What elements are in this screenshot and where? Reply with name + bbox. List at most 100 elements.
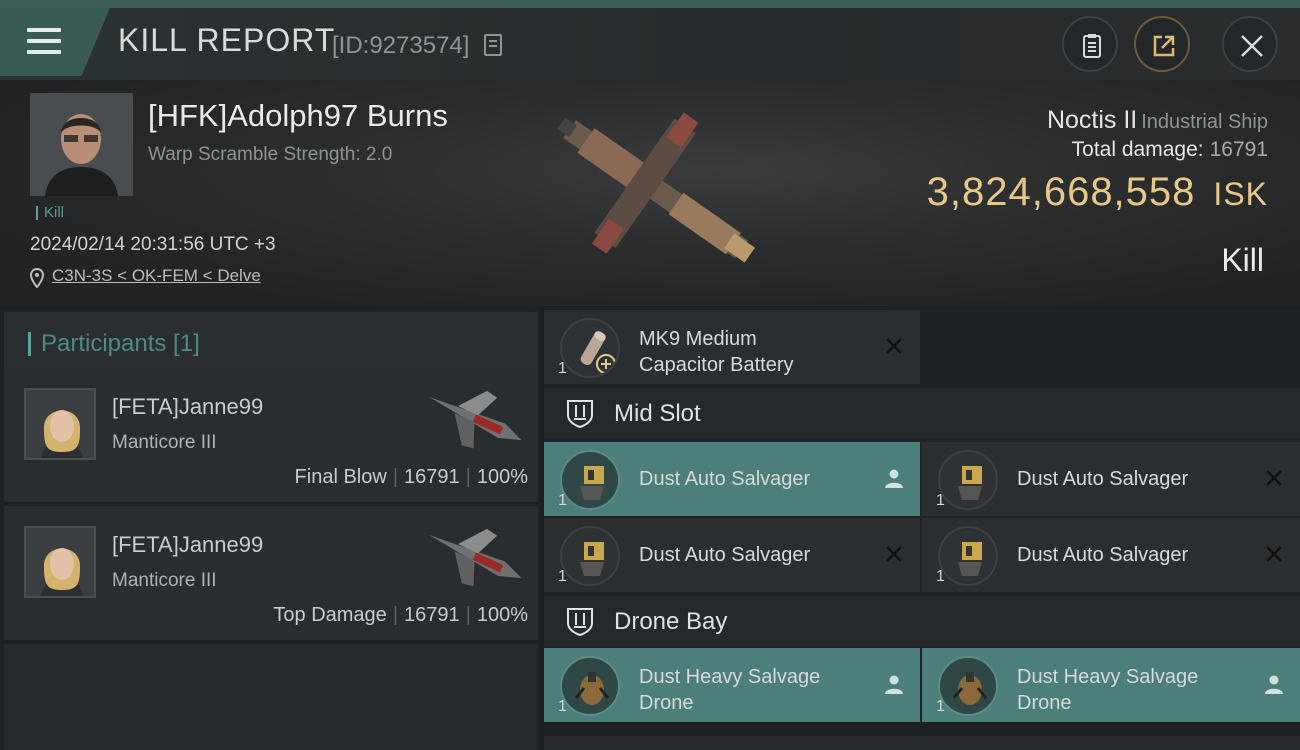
item-name: Dust Heavy Salvage Drone	[639, 664, 820, 716]
item-name-line1: Dust Heavy Salvage	[1017, 666, 1199, 688]
fitting-item[interactable]: 1 Dust Auto Salvager	[922, 518, 1300, 592]
destroyed-icon	[886, 338, 902, 354]
item-name: Dust Auto Salvager	[1017, 544, 1189, 566]
participant-ship: Manticore III	[112, 432, 217, 453]
item-name-line2: Drone	[639, 692, 694, 714]
share-icon	[1153, 35, 1175, 57]
item-quantity: 1	[936, 568, 945, 585]
participant-damage: 16791	[404, 466, 460, 488]
item-quantity: 1	[936, 492, 945, 509]
salvage-drone-icon	[560, 656, 620, 716]
kill-result: Kill	[1221, 242, 1264, 278]
participant-name[interactable]: [FETA]Janne99	[112, 532, 263, 558]
copy-id-icon[interactable]	[484, 34, 502, 56]
fitting-item[interactable]: 1 Dust Heavy Salvage Drone	[544, 648, 920, 722]
participant-row[interactable]: [FETA]Janne99 Manticore III Final Blow | 1…	[4, 368, 538, 504]
isk-unit: ISK	[1213, 176, 1268, 212]
participants-panel: Participants [1] [FETA]Janne99 Manticore…	[0, 306, 540, 750]
page-title: KILL REPORT	[118, 22, 336, 58]
menu-button[interactable]	[0, 8, 110, 76]
total-damage: Total damage: 16791	[1072, 138, 1268, 162]
item-name: Dust Auto Salvager	[639, 468, 811, 490]
participant-stats: Final Blow | 16791 | 100%	[294, 466, 528, 488]
item-quantity: 1	[558, 568, 567, 585]
isk-amount: 3,824,668,558	[926, 170, 1196, 214]
participant-percent: 100%	[476, 604, 528, 626]
participant-avatar[interactable]	[24, 526, 96, 598]
kill-datetime: 2024/02/14 20:31:56 UTC +3	[30, 234, 276, 255]
dropped-icon	[885, 675, 903, 694]
dropped-icon	[885, 469, 903, 488]
hamburger-icon	[27, 28, 61, 54]
mid-slot-icon	[567, 400, 593, 429]
share-button[interactable]	[1134, 16, 1190, 72]
section-next-partial	[544, 736, 1300, 750]
item-quantity: 1	[558, 492, 567, 509]
close-button[interactable]	[1222, 16, 1278, 72]
auto-salvager-icon	[938, 450, 998, 510]
item-quantity: 1	[936, 698, 945, 715]
kill-id: [ID:9273574]	[332, 32, 470, 59]
salvage-drone-icon	[938, 656, 998, 716]
participants-empty-area	[4, 644, 538, 750]
participant-damage: 16791	[404, 604, 460, 626]
kill-location: C3N-3S < OK-FEM < Delve	[30, 266, 261, 288]
participants-header: Participants [1]	[4, 312, 538, 368]
fitting-item[interactable]: 1 Dust Auto Salvager	[544, 442, 920, 516]
participant-name[interactable]: [FETA]Janne99	[112, 394, 263, 420]
participant-stats: Top Damage | 16791 | 100%	[273, 604, 528, 626]
victim-ship: Noctis II Industrial Ship	[1047, 106, 1268, 135]
fitting-item[interactable]: 1 Dust Auto Salvager	[544, 518, 920, 592]
participant-percent: 100%	[476, 466, 528, 488]
item-name-line2: Drone	[1017, 692, 1072, 714]
participant-ship-image	[429, 390, 522, 449]
item-name-line2: Capacitor Battery	[639, 354, 794, 376]
participant-ship: Manticore III	[112, 570, 217, 591]
destroyed-icon	[886, 546, 902, 562]
destroyed-icon	[1266, 470, 1282, 486]
participant-ship-image	[429, 528, 522, 587]
section-title: Drone Bay	[614, 608, 728, 635]
header-accent-line	[0, 0, 1300, 8]
header-bar: KILL REPORT [ID:9273574]	[0, 8, 1300, 80]
kill-summary: [HFK]Adolph97 Burns Warp Scramble Streng…	[0, 80, 1300, 306]
victim-name[interactable]: [HFK]Adolph97 Burns	[148, 98, 448, 134]
item-quantity: 1	[558, 698, 567, 715]
item-name-line1: Dust Heavy Salvage	[639, 666, 821, 688]
fitting-item[interactable]: 1 Dust Auto Salvager	[922, 442, 1300, 516]
auto-salvager-icon	[560, 526, 620, 586]
total-damage-value: 16791	[1209, 138, 1268, 161]
close-icon	[1241, 35, 1263, 57]
participant-role: Top Damage	[273, 604, 387, 626]
victim-avatar[interactable]	[30, 93, 133, 196]
victim-ship-image	[557, 112, 755, 263]
fitting-panel: 1 MK9 Medium Capacitor Battery Mid Slot …	[544, 306, 1300, 750]
destroyed-icon	[1266, 546, 1282, 562]
dropped-icon	[1265, 675, 1283, 694]
item-name: Dust Heavy Salvage Drone	[1017, 664, 1198, 716]
participant-role: Final Blow	[294, 466, 387, 488]
kill-tag: Kill	[36, 205, 64, 220]
section-mid-slot: Mid Slot	[544, 388, 1300, 438]
section-drone-bay: Drone Bay	[544, 596, 1300, 646]
clipboard-button[interactable]	[1062, 16, 1118, 72]
ship-name[interactable]: Noctis II	[1047, 106, 1137, 134]
participants-title: Participants [1]	[28, 332, 200, 356]
auto-salvager-icon	[938, 526, 998, 586]
fitting-item[interactable]: 1 Dust Heavy Salvage Drone	[922, 648, 1300, 722]
participant-row[interactable]: [FETA]Janne99 Manticore III Top Damage | 1…	[4, 506, 538, 642]
item-name-line1: MK9 Medium	[639, 328, 757, 350]
item-name: MK9 Medium Capacitor Battery	[639, 326, 794, 378]
item-quantity: 1	[558, 360, 567, 377]
auto-salvager-icon	[560, 450, 620, 510]
clipboard-icon	[1083, 34, 1101, 58]
drone-bay-icon	[567, 608, 593, 637]
fitting-item[interactable]: 1 MK9 Medium Capacitor Battery	[544, 310, 920, 384]
capacitor-battery-icon	[560, 318, 620, 378]
participant-avatar[interactable]	[24, 388, 96, 460]
item-name: Dust Auto Salvager	[639, 544, 811, 566]
warp-scramble-strength: Warp Scramble Strength: 2.0	[148, 144, 393, 165]
ship-class: Industrial Ship	[1141, 111, 1268, 133]
item-name: Dust Auto Salvager	[1017, 468, 1189, 490]
location-link[interactable]: C3N-3S < OK-FEM < Delve	[52, 266, 261, 285]
